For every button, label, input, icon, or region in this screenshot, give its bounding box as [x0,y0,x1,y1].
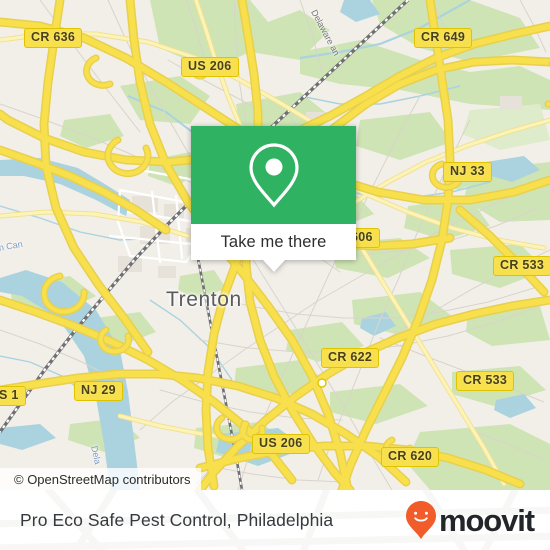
moovit-wordmark: moovit [438,502,535,538]
road-shield-us-1[interactable]: S 1 [0,386,26,406]
map-label-trenton: Trenton [166,288,242,311]
popup-image-area [191,126,356,224]
moovit-pin-smiley-icon [405,501,436,539]
road-shield-cr-533-south[interactable]: CR 533 [456,371,515,391]
road-shield-cr-622[interactable]: CR 622 [321,348,380,368]
map-screenshot: .grn { fill:#cfe4b4; } .grn2{ fill:#dfec… [0,0,550,550]
destination-popup[interactable]: Take me there [191,126,356,272]
popup-pointer [263,260,285,272]
road-shield-cr-620[interactable]: CR 620 [381,447,440,467]
road-shield-cr-533-north[interactable]: CR 533 [493,256,550,276]
popup-action-bar[interactable]: Take me there [191,224,356,260]
moovit-brand[interactable]: moovit [405,501,535,539]
road-shield-nj-33[interactable]: NJ 33 [443,162,492,182]
map-canvas[interactable]: .grn { fill:#cfe4b4; } .grn2{ fill:#dfec… [0,0,550,490]
bottom-info-bar: Pro Eco Safe Pest Control, Philadelphia … [0,490,550,550]
take-me-there-label: Take me there [220,232,327,251]
road-shield-cr-649[interactable]: CR 649 [414,28,473,48]
place-title: Pro Eco Safe Pest Control, Philadelphia [20,509,334,530]
road-shield-cr-636[interactable]: CR 636 [24,28,83,48]
location-pin-icon [248,143,299,208]
road-shield-nj-29[interactable]: NJ 29 [74,381,123,401]
map-attribution[interactable]: © OpenStreetMap contributors [0,468,201,490]
road-shield-us-206-north[interactable]: US 206 [181,57,239,77]
road-shield-us-206-south[interactable]: US 206 [252,434,310,454]
attribution-text: © OpenStreetMap contributors [14,471,191,487]
